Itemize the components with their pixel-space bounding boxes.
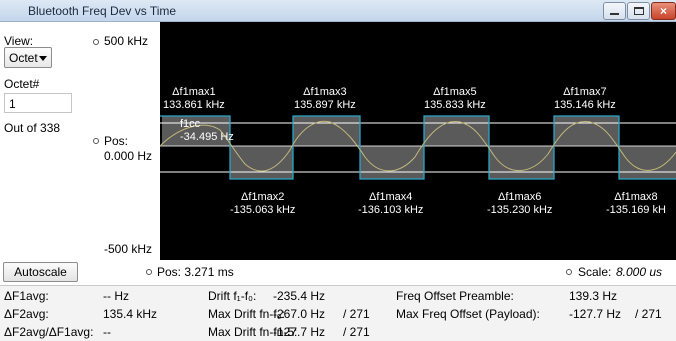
annotation-name: Δf1max3 [303, 86, 347, 98]
freq-offset-preamble-value: 139.3 Hz [569, 289, 618, 303]
annotation-value: -135.169 kH [606, 204, 666, 216]
pulse-fill [230, 146, 293, 179]
annotation-name: Δf1max4 [369, 191, 413, 203]
fcenter-label: f1cc [180, 118, 201, 130]
annotation-max7: Δf1max7 135.146 kHz [554, 86, 616, 112]
octet-input[interactable]: 1 [4, 93, 72, 113]
x-pos-marker-icon[interactable] [146, 269, 152, 275]
df2-df1-ratio-value: -- [103, 325, 111, 339]
max-drift-value: -267.0 Hz [273, 307, 326, 321]
drift-label: Drift f₁-f₀: [208, 289, 257, 303]
scale-label: Scale: [578, 265, 612, 279]
pulse-fill [619, 146, 676, 179]
autoscale-button[interactable]: Autoscale [3, 262, 78, 282]
annotation-fcenter: f1cc -34.495 Hz [180, 118, 234, 144]
left-panel: View: Octet Octet# 1 Out of 338 500 kHz … [0, 22, 160, 260]
df1avg-value: -- Hz [103, 289, 129, 303]
max-drift-n5-value: -127.7 Hz [273, 325, 326, 339]
x-pos-readout: Pos: 3.271 ms [157, 265, 234, 279]
pulse-fill [489, 146, 554, 179]
drift-value: -235.4 Hz [273, 289, 326, 303]
annotation-max3: Δf1max3 135.897 kHz [294, 86, 356, 112]
max-freq-offset-count: / 271 [635, 307, 662, 321]
view-label: View: [4, 34, 34, 48]
annotation-name: Δf1max2 [241, 191, 285, 203]
maximize-button[interactable] [627, 2, 650, 20]
annotation-max6: Δf1max6 -135.230 kHz [487, 191, 552, 217]
max-freq-offset-label: Max Freq Offset (Payload): [396, 307, 540, 321]
annotation-max1: Δf1max1 133.861 kHz [163, 86, 225, 112]
annotation-name: Δf1max5 [433, 86, 477, 98]
scale-marker-icon[interactable] [566, 269, 572, 275]
octet-count: Out of 338 [4, 121, 61, 135]
max-drift-n5-count: / 271 [343, 325, 370, 339]
chevron-down-icon [39, 56, 47, 61]
pulse-fill [554, 116, 619, 146]
scale-value: 8.000 us [616, 265, 663, 279]
minimize-icon [610, 13, 619, 15]
df2avg-value: 135.4 kHz [103, 307, 158, 321]
annotation-name: Δf1max7 [563, 86, 607, 98]
df1avg-label: ΔF1avg: [4, 289, 49, 303]
annotation-value: 133.861 kHz [163, 99, 225, 111]
annotation-value: -136.103 kHz [358, 204, 424, 216]
y-axis-bottom-label: -500 kHz [104, 242, 153, 256]
octet-label: Octet# [4, 77, 40, 91]
window-title: Bluetooth Freq Dev vs Time [28, 4, 177, 18]
y-pos-label: Pos: [104, 134, 129, 148]
annotation-value: -135.063 kHz [230, 204, 296, 216]
minimize-button[interactable] [603, 2, 626, 20]
plot-svg [159, 115, 676, 180]
annotation-value: 135.897 kHz [294, 99, 356, 111]
frequency-deviation-plot[interactable]: Δf1max1 133.861 kHz Δf1max3 135.897 kHz … [159, 22, 676, 260]
annotation-value: 135.833 kHz [424, 99, 486, 111]
octet-input-value: 1 [9, 97, 16, 111]
annotation-max2: Δf1max2 -135.063 kHz [230, 191, 295, 217]
maximize-icon [633, 7, 644, 15]
y-pos-marker-icon[interactable] [93, 138, 99, 144]
df2avg-label: ΔF2avg: [4, 307, 49, 321]
title-bar: Bluetooth Freq Dev vs Time × [0, 0, 676, 22]
view-dropdown[interactable]: Octet [4, 47, 52, 68]
results-panel: ΔF1avg: -- Hz Drift f₁-f₀: -235.4 Hz Fre… [0, 285, 676, 341]
annotation-value: -135.230 kHz [487, 204, 553, 216]
annotation-max5: Δf1max5 135.833 kHz [424, 86, 486, 112]
y-top-marker-icon[interactable] [93, 39, 99, 45]
annotation-name: Δf1max8 [614, 191, 658, 203]
control-row: Autoscale Pos: 3.271 ms Scale: 8.000 us [0, 260, 676, 284]
max-freq-offset-value: -127.7 Hz [569, 307, 622, 321]
view-dropdown-value: Octet [9, 51, 38, 65]
annotation-name: Δf1max1 [172, 86, 216, 98]
fcenter-value: -34.495 Hz [180, 131, 234, 143]
annotation-name: Δf1max6 [498, 191, 542, 203]
annotation-max8: Δf1max8 -135.169 kH [606, 191, 666, 217]
close-icon: × [659, 4, 667, 18]
annotation-value: 135.146 kHz [554, 99, 616, 111]
freq-offset-preamble-label: Freq Offset Preamble: [396, 289, 514, 303]
max-drift-count: / 271 [343, 307, 370, 321]
close-button[interactable]: × [651, 2, 676, 20]
annotation-max4: Δf1max4 -136.103 kHz [358, 191, 423, 217]
y-axis-top-label: 500 kHz [104, 34, 149, 48]
df2-df1-ratio-label: ΔF2avg/ΔF1avg: [4, 325, 94, 339]
y-pos-value: 0.000 Hz [104, 149, 153, 163]
